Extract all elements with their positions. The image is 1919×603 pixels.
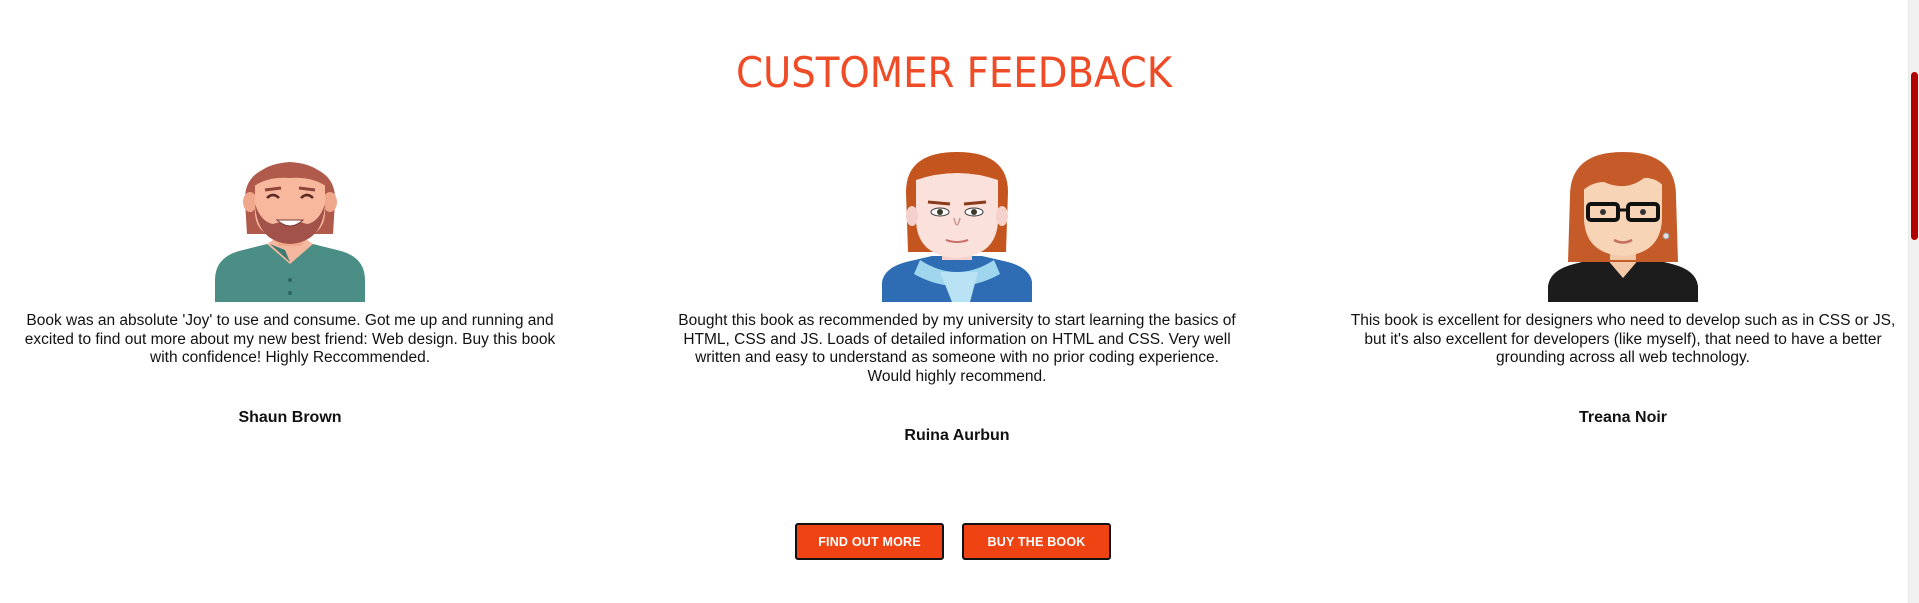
scarf-man-avatar-icon (882, 152, 1032, 302)
buy-the-book-button[interactable]: BUY THE BOOK (962, 523, 1111, 560)
bearded-man-avatar-icon (215, 162, 365, 302)
testimonial-card: Book was an absolute 'Joy' to use and co… (0, 152, 580, 427)
testimonial-quote: Bought this book as recommended by my un… (678, 312, 1236, 385)
testimonial-quote: Book was an absolute 'Joy' to use and co… (24, 312, 556, 366)
testimonial-card: This book is excellent for designers who… (1333, 152, 1913, 427)
testimonial-card: Bought this book as recommended by my un… (667, 152, 1247, 445)
testimonial-author: Treana Noir (1578, 408, 1668, 426)
testimonial-author: Ruina Aurbun (904, 427, 1010, 444)
find-out-more-button[interactable]: FIND OUT MORE (795, 523, 944, 560)
scrollbar-thumb[interactable] (1911, 72, 1918, 240)
cta-buttons: FIND OUT MORE BUY THE BOOK (795, 523, 1111, 560)
testimonial-author: Shaun Brown (238, 408, 342, 426)
testimonial-quote: This book is excellent for designers who… (1350, 312, 1896, 366)
page: CUSTOMER FEEDBACK Book was an absolute '… (0, 0, 1919, 603)
vertical-scrollbar[interactable] (1908, 0, 1919, 603)
glasses-woman-avatar-icon (1548, 152, 1698, 302)
section-title: CUSTOMER FEEDBACK (735, 48, 1173, 97)
